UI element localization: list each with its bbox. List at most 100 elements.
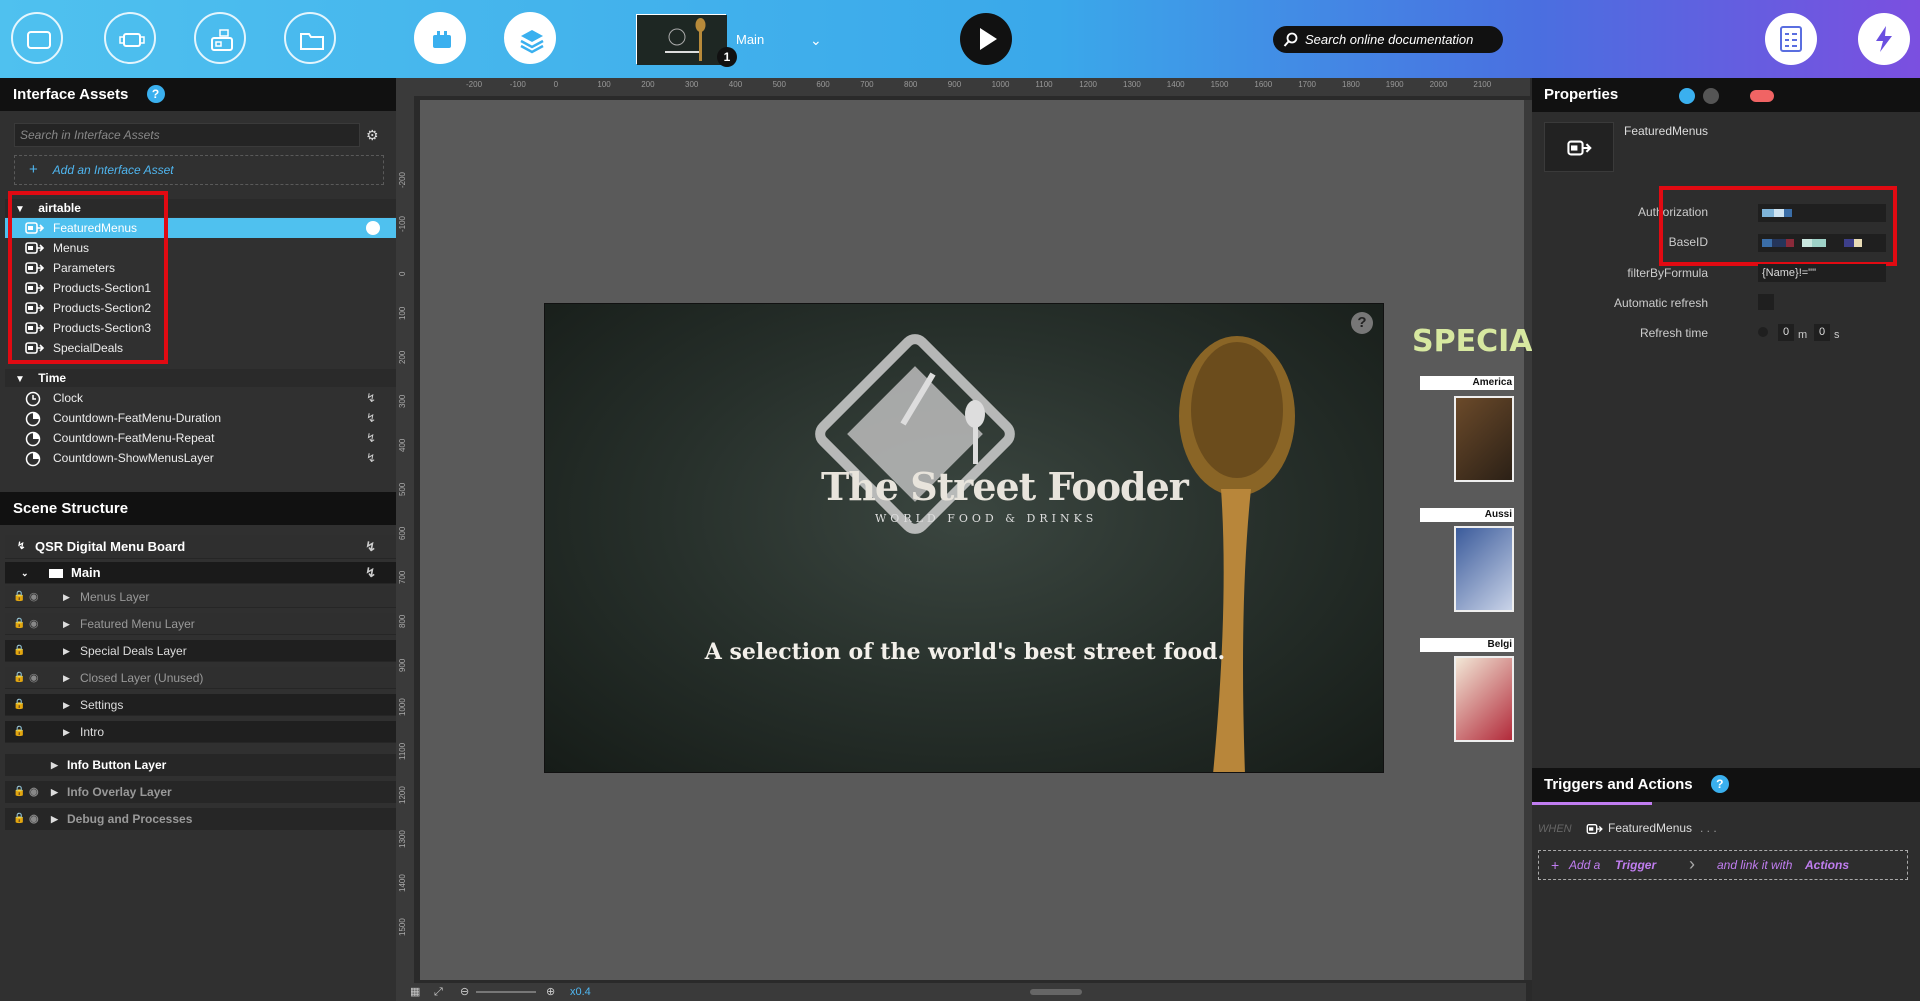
stage-help-icon[interactable]: ? (1351, 312, 1373, 334)
eye-hidden-icon[interactable]: ◉ (29, 667, 39, 689)
ruler-tick-label: 1100 (1035, 80, 1053, 89)
scene-row-main[interactable]: ⌄ Main ↯ (5, 562, 396, 584)
add-asset-button[interactable]: + Add an Interface Asset (14, 155, 384, 185)
filter-field[interactable]: {Name}!="" (1758, 264, 1886, 282)
layer-row-menus[interactable]: 🔒 ◉ ▶ Menus Layer (5, 586, 396, 608)
lock-icon[interactable]: 🔒 (13, 808, 25, 830)
lock-icon[interactable]: 🔒 (13, 640, 25, 662)
triggers-button[interactable] (1858, 13, 1910, 65)
eye-hidden-icon[interactable]: ◉ (29, 781, 39, 803)
help-icon[interactable]: ? (146, 85, 165, 103)
ruler-tick-label: 1100 (398, 742, 407, 760)
chevron-down-icon[interactable]: ⌄ (810, 32, 822, 49)
interface-assets-header: Interface Assets ? (0, 78, 396, 111)
ruler-tick-label: 2100 (1473, 80, 1492, 89)
stage-subtitle: WORLD FOOD & DRINKS (875, 512, 1098, 525)
eye-hidden-icon[interactable]: ◉ (29, 808, 39, 830)
ruler-tick-label: 1900 (1385, 80, 1404, 89)
plus-icon: + (1551, 857, 1560, 873)
fit-icon[interactable]: ⤢ (434, 983, 443, 1001)
chevron-right-icon: ▶ (51, 760, 58, 770)
project-row[interactable]: ↯ QSR Digital Menu Board ↯ (5, 535, 396, 559)
triggers-tab-indicator (1532, 802, 1652, 805)
refresh-minutes-field[interactable]: 0 (1778, 324, 1794, 341)
scene-thumbnail[interactable] (636, 14, 727, 65)
eye-hidden-icon[interactable]: ◉ (29, 613, 39, 635)
layer-row-debug[interactable]: 🔒 ◉ ▶ Debug and Processes (5, 808, 396, 830)
add-trigger-prefix: Add a (1569, 858, 1601, 872)
zoom-out-icon[interactable]: ⊖ (460, 983, 469, 1001)
lock-icon[interactable]: 🔒 (13, 694, 25, 716)
specials-banner: Aussi (1420, 508, 1514, 522)
refresh-time-radio[interactable] (1758, 327, 1768, 337)
highlight-box (8, 191, 168, 364)
ruler-tick-label: 1500 (398, 918, 407, 936)
layer-row-featured-menu[interactable]: 🔒 ◉ ▶ Featured Menu Layer (5, 613, 396, 635)
refresh-time-label: Refresh time (1639, 326, 1708, 340)
lock-icon[interactable]: 🔒 (13, 781, 25, 803)
trigger-asset-name: FeaturedMenus (1608, 821, 1693, 835)
properties-title: Properties (1544, 86, 1619, 103)
lightning-icon: ↯ (365, 565, 376, 580)
ruler-tick-label: 0 (398, 271, 407, 276)
layer-row-settings[interactable]: 🔒 ▶ Settings (5, 694, 396, 716)
lock-icon[interactable]: 🔒 (13, 721, 25, 743)
refresh-toggle[interactable] (366, 221, 380, 235)
specials-title: SPECIA (1412, 324, 1533, 359)
layer-label: Intro (80, 725, 105, 739)
chevron-right-icon: ▶ (63, 619, 70, 629)
ruler-tick-label: 400 (398, 438, 407, 452)
canvas-bottom-bar: ▦ ⤢ ⊖ ⊕ x0.4 (400, 983, 1526, 1001)
help-icon[interactable]: ? (1710, 775, 1729, 793)
play-button[interactable] (960, 13, 1012, 65)
documentation-search[interactable]: Search online documentation (1273, 26, 1503, 53)
layer-row-info-button[interactable]: ▶ Info Button Layer (5, 754, 396, 776)
grid-icon[interactable]: ▦ (410, 983, 420, 1001)
layer-row-special-deals[interactable]: 🔒 ▶ Special Deals Layer (5, 640, 396, 662)
vertical-scrollbar[interactable] (1524, 100, 1532, 980)
layer-row-intro[interactable]: 🔒 ▶ Intro (5, 721, 396, 743)
interface-assets-icon[interactable] (414, 12, 466, 64)
asset-item-clock[interactable]: Clock ↯ (5, 388, 396, 408)
plug-icon (1586, 824, 1603, 834)
chevron-right-icon: ▶ (51, 814, 58, 824)
ruler-tick-label: 1300 (1123, 80, 1141, 89)
gear-icon[interactable]: ⚙ (366, 127, 379, 144)
add-trigger-button[interactable]: + Add a Trigger › and link it with Actio… (1538, 850, 1908, 880)
tasks-button[interactable] (1765, 13, 1817, 65)
asset-item-countdown-showmenuslayer[interactable]: Countdown-ShowMenusLayer ↯ (5, 448, 396, 468)
specials-offstage-preview: SPECIA America Aussi Belgi (1408, 320, 1532, 750)
layer-label: Closed Layer (Unused) (80, 671, 204, 685)
chevron-right-icon: › (1689, 854, 1695, 874)
ruler-tick-label: 700 (860, 80, 874, 89)
eye-hidden-icon[interactable]: ◉ (29, 586, 39, 608)
lock-icon[interactable]: 🔒 (13, 586, 25, 608)
lock-icon[interactable]: 🔒 (13, 667, 25, 689)
layer-row-closed[interactable]: 🔒 ◉ ▶ Closed Layer (Unused) (5, 667, 396, 689)
asset-group-label: Time (38, 371, 67, 385)
layer-row-info-overlay[interactable]: 🔒 ◉ ▶ Info Overlay Layer (5, 781, 396, 803)
layers-icon[interactable] (504, 12, 556, 64)
screen-icon[interactable] (11, 12, 63, 64)
screen-icon (49, 569, 63, 578)
zoom-slider[interactable] (476, 991, 536, 993)
asset-item-countdown-featmenu-repeat[interactable]: Countdown-FeatMenu-Repeat ↯ (5, 428, 396, 448)
left-panel: Interface Assets ? Search in Interface A… (0, 78, 396, 1001)
zoom-level: x0.4 (570, 986, 591, 998)
asset-item-countdown-featmenu-duration[interactable]: Countdown-FeatMenu-Duration ↯ (5, 408, 396, 428)
asset-search-input[interactable]: Search in Interface Assets (14, 123, 360, 147)
widget-icon[interactable] (104, 12, 156, 64)
plug-icon (1567, 140, 1592, 156)
auto-refresh-checkbox[interactable] (1758, 294, 1774, 310)
lock-icon[interactable]: 🔒 (13, 613, 25, 635)
components-icon[interactable] (194, 12, 246, 64)
refresh-seconds-field[interactable]: 0 (1814, 324, 1830, 341)
horizontal-scrollbar[interactable] (1030, 989, 1082, 995)
lightning-icon: ↯ (365, 391, 376, 405)
zoom-in-icon[interactable]: ⊕ (546, 983, 555, 1001)
asset-group-time[interactable]: ▼ Time (5, 369, 396, 387)
scene-name[interactable]: Main (736, 32, 764, 47)
auto-refresh-label: Automatic refresh (1613, 296, 1708, 310)
stage-preview[interactable]: The Street Fooder WORLD FOOD & DRINKS A … (544, 303, 1384, 773)
folder-icon[interactable] (284, 12, 336, 64)
